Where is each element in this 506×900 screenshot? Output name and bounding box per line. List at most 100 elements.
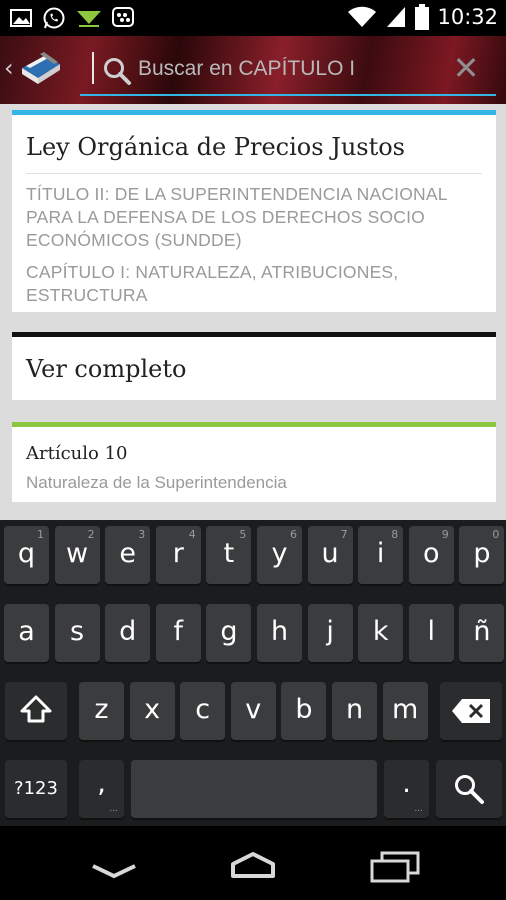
battery-icon xyxy=(415,4,430,30)
period-key[interactable]: . ... xyxy=(384,760,429,818)
symbols-label: ?123 xyxy=(14,778,58,799)
article-subtitle: Naturaleza de la Superintendencia xyxy=(26,473,287,492)
recent-apps-icon[interactable] xyxy=(368,850,422,884)
key-label: a xyxy=(18,616,35,647)
key-o[interactable]: 9o xyxy=(408,526,454,584)
key-label: j xyxy=(326,616,334,647)
gallery-icon xyxy=(10,9,32,27)
key-k[interactable]: k xyxy=(358,604,404,662)
key-q[interactable]: 1q xyxy=(4,526,49,584)
key-label: x xyxy=(144,694,161,725)
key-label: k xyxy=(372,616,389,647)
back-chevron-icon[interactable]: ‹ xyxy=(4,54,14,82)
wifi-icon xyxy=(348,6,377,27)
key-g[interactable]: g xyxy=(206,604,252,662)
key-label: o xyxy=(423,538,440,569)
key-l[interactable]: l xyxy=(408,604,454,662)
comma-label: , xyxy=(97,768,106,799)
key-j[interactable]: j xyxy=(307,604,353,662)
key-label: d xyxy=(119,616,137,647)
app-book-icon[interactable] xyxy=(18,50,64,88)
search-input[interactable] xyxy=(138,52,438,86)
key-f[interactable]: f xyxy=(155,604,201,662)
key-w[interactable]: 2w xyxy=(54,526,100,584)
whatsapp-icon xyxy=(43,7,65,29)
key-h[interactable]: h xyxy=(257,604,302,662)
key-z[interactable]: z xyxy=(79,682,124,740)
key-label: f xyxy=(173,616,184,647)
key-label: h xyxy=(270,616,289,647)
key-d[interactable]: d xyxy=(105,604,151,662)
key-i[interactable]: 8i xyxy=(358,526,404,584)
search-bar: ✕ xyxy=(80,44,496,96)
key-label: g xyxy=(220,616,238,647)
key-label: w xyxy=(66,538,89,569)
law-title: Ley Orgánica de Precios Justos xyxy=(26,133,405,161)
key-label: r xyxy=(172,538,184,569)
key-label: u xyxy=(321,538,339,569)
key-ñ[interactable]: ñ xyxy=(459,604,505,662)
search-icon xyxy=(104,58,131,85)
law-header-card: Ley Orgánica de Precios Justos TÍTULO II… xyxy=(12,110,496,312)
period-label: . xyxy=(402,768,411,799)
key-u[interactable]: 7u xyxy=(307,526,353,584)
backspace-key[interactable] xyxy=(440,682,502,740)
soft-keyboard: 1q2w3e4r5t6y7u8i9o0p asdfghjklñ zxcvbnm … xyxy=(0,520,506,826)
key-v[interactable]: v xyxy=(230,682,276,740)
key-a[interactable]: a xyxy=(4,604,49,662)
key-e[interactable]: 3e xyxy=(105,526,151,584)
chapter-heading: CAPÍTULO I: NATURALEZA, ATRIBUCIONES, ES… xyxy=(26,262,399,305)
key-s[interactable]: s xyxy=(54,604,100,662)
key-b[interactable]: b xyxy=(281,682,327,740)
key-label: s xyxy=(70,616,85,647)
title-heading: TÍTULO II: DE LA SUPERINTENDENCIA NACION… xyxy=(26,184,448,250)
key-p[interactable]: 0p xyxy=(459,526,505,584)
text-cursor xyxy=(92,52,94,84)
key-label: l xyxy=(427,616,436,647)
view-full-label: Ver completo xyxy=(26,355,187,383)
symbols-key[interactable]: ?123 xyxy=(5,760,67,818)
backspace-icon xyxy=(452,699,490,723)
more-dots: ... xyxy=(109,804,118,814)
key-label: q xyxy=(17,538,36,569)
comma-key[interactable]: , ... xyxy=(79,760,124,818)
hide-keyboard-chevron-icon[interactable] xyxy=(89,862,139,882)
key-y[interactable]: 6y xyxy=(257,526,302,584)
shift-icon xyxy=(20,695,52,723)
download-icon xyxy=(77,11,101,27)
home-icon[interactable] xyxy=(225,850,281,880)
search-key[interactable] xyxy=(436,760,502,818)
view-full-card[interactable]: Ver completo xyxy=(12,332,496,400)
key-n[interactable]: n xyxy=(332,682,377,740)
key-t[interactable]: 5t xyxy=(206,526,252,584)
key-label: e xyxy=(119,538,136,569)
key-label: ñ xyxy=(473,616,491,647)
search-icon xyxy=(455,775,484,804)
key-label: y xyxy=(271,538,288,569)
clear-search-button[interactable]: ✕ xyxy=(446,48,486,88)
divider xyxy=(26,173,482,174)
key-m[interactable]: m xyxy=(382,682,428,740)
key-label: v xyxy=(245,694,262,725)
article-title: Artículo 10 xyxy=(26,443,128,464)
clock: 10:32 xyxy=(437,5,498,29)
key-x[interactable]: x xyxy=(129,682,175,740)
key-label: m xyxy=(391,694,419,725)
space-key[interactable] xyxy=(131,760,377,818)
key-label: z xyxy=(94,694,109,725)
status-bar: 10:32 xyxy=(0,0,506,36)
content-list: Ley Orgánica de Precios Justos TÍTULO II… xyxy=(0,104,506,520)
shift-key[interactable] xyxy=(5,682,67,740)
key-label: p xyxy=(473,538,491,569)
key-c[interactable]: c xyxy=(180,682,226,740)
key-r[interactable]: 4r xyxy=(155,526,201,584)
signal-icon xyxy=(387,7,406,27)
article-card[interactable]: Artículo 10 Naturaleza de la Superintend… xyxy=(12,422,496,502)
navigation-bar xyxy=(0,826,506,900)
action-bar: ‹ ✕ xyxy=(0,36,506,104)
more-dots: ... xyxy=(414,804,423,814)
key-label: i xyxy=(376,538,385,569)
key-label: b xyxy=(295,694,313,725)
bbm-icon xyxy=(112,7,134,27)
key-label: t xyxy=(223,538,235,569)
